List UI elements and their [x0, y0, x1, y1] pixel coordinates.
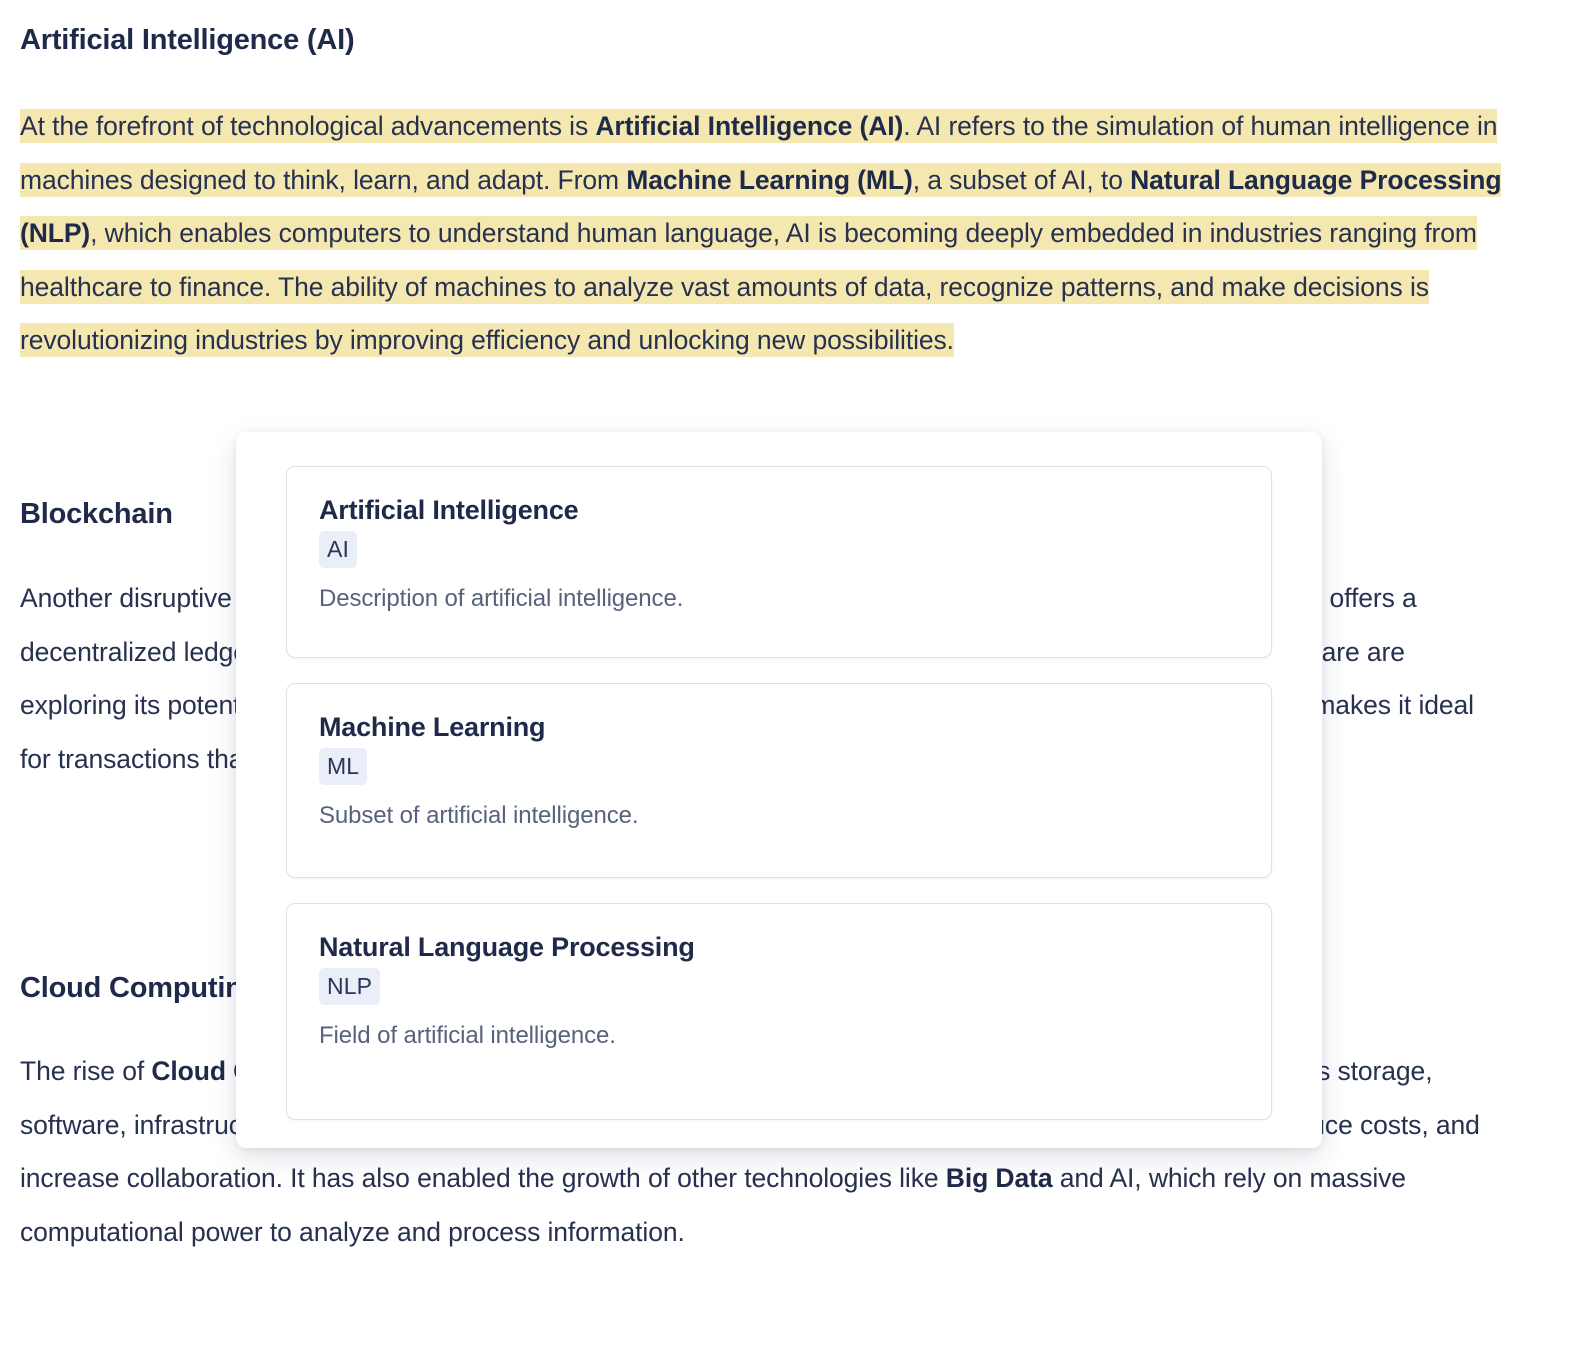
- inline-text: The rise of: [20, 1056, 152, 1086]
- inline-text: At the forefront of technological advanc…: [20, 109, 596, 143]
- entity-card-description: Field of artificial intelligence.: [319, 1022, 616, 1049]
- entity-card-ai[interactable]: Artificial Intelligence AI Description o…: [286, 466, 1272, 658]
- entity-abbreviation-badge: NLP: [319, 968, 381, 1005]
- document-page: Artificial Intelligence (AI) At the fore…: [0, 0, 1596, 1364]
- entity-card-nlp[interactable]: Natural Language Processing NLP Field of…: [286, 903, 1272, 1120]
- entity-card-ml[interactable]: Machine Learning ML Subset of artificial…: [286, 683, 1272, 878]
- inline-bold-term: Machine Learning (ML): [626, 162, 913, 197]
- entity-details-popup: Artificial Intelligence AI Description o…: [236, 432, 1322, 1148]
- entity-badge-row: AI: [319, 531, 1239, 568]
- inline-bold-term: Big Data: [945, 1163, 1053, 1193]
- entity-card-description: Subset of artificial intelligence.: [319, 802, 639, 829]
- entity-abbreviation-badge: ML: [319, 748, 368, 785]
- section-heading-blockchain: Blockchain: [20, 498, 173, 530]
- inline-bold-term: Artificial Intelligence (AI): [595, 109, 904, 143]
- inline-text: , a subset of AI, to: [912, 162, 1131, 197]
- section-heading-ai: Artificial Intelligence (AI): [20, 24, 355, 56]
- entity-card-title: Machine Learning: [319, 712, 546, 742]
- entity-card-description: Description of artificial intelligence.: [319, 585, 684, 612]
- entity-badge-row: ML: [319, 748, 1239, 785]
- entity-card-title: Natural Language Processing: [319, 932, 695, 962]
- entity-badge-row: NLP: [319, 968, 1239, 1005]
- paragraph-ai: At the forefront of technological advanc…: [20, 100, 1510, 368]
- entity-card-title: Artificial Intelligence: [319, 495, 579, 525]
- entity-abbreviation-badge: AI: [319, 531, 357, 568]
- section-heading-cloud-computing: Cloud Computing: [20, 972, 261, 1004]
- inline-text: , which enables computers to understand …: [20, 216, 1477, 357]
